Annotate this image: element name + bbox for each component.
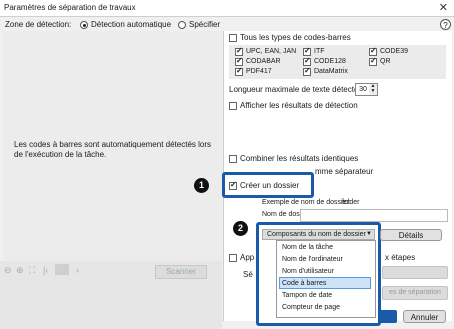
menu-item-computer-name[interactable]: Nom de l'ordinateur (282, 256, 343, 263)
radio-auto-detection[interactable] (80, 21, 88, 29)
radio-specify-label: Spécifier (189, 20, 221, 29)
menu-item-user-name[interactable]: Nom d'utilisateur (282, 268, 334, 275)
menu-item-page-counter[interactable]: Compteur de page (282, 304, 340, 311)
barcode-qr-label: QR (380, 58, 391, 65)
barcode-pdf417-label: PDF417 (246, 68, 272, 75)
radio-specify[interactable] (178, 21, 186, 29)
apply-label-partial: App (240, 253, 255, 262)
radio-auto-detection-label: Détection automatique (91, 20, 172, 29)
close-icon[interactable]: ✕ (439, 1, 448, 14)
apply-checkbox[interactable] (229, 254, 237, 262)
zoom-in-icon[interactable]: ⊕ (16, 265, 24, 276)
barcode-pdf417-checkbox[interactable] (235, 66, 243, 76)
barcode-codabar-label: CODABAR (246, 58, 281, 65)
barcode-itf-label: ITF (314, 48, 325, 55)
window-title: Paramètres de séparation de travaux (4, 3, 136, 12)
next-page-icon[interactable]: › (76, 265, 79, 275)
fit-icon[interactable]: ⛶ (29, 265, 35, 276)
menu-item-date-stamp[interactable]: Tampon de date (282, 292, 332, 299)
folder-components-dropdown[interactable]: Composants du nom de dossier ▼ (262, 229, 375, 240)
create-folder-label: Créer un dossier (240, 181, 300, 190)
combine-results-label: Combiner les résultats identiques (240, 154, 359, 163)
menu-item-barcode[interactable]: Code à barres (282, 280, 326, 287)
barcode-upc-checkbox[interactable] (235, 46, 243, 56)
create-folder-checkbox[interactable] (229, 180, 237, 190)
step-badge-1: 1 (194, 178, 209, 193)
help-icon[interactable]: ? (440, 19, 451, 30)
max-length-spinner[interactable]: ▲ ▼ (369, 83, 378, 96)
chevron-down-icon: ▼ (366, 231, 372, 237)
steps-label-partial: x étapes (385, 253, 416, 262)
all-barcodes-checkbox[interactable] (229, 34, 237, 42)
zoom-out-icon[interactable]: ⊖ (4, 265, 12, 276)
detection-zone-label: Zone de détection: (5, 20, 72, 29)
barcode-datamatrix-label: DataMatrix (314, 68, 348, 75)
folder-components-label: Composants du nom de dossier (267, 231, 366, 238)
scan-button[interactable]: Scanner (155, 265, 207, 279)
barcode-code39-label: CODE39 (380, 48, 409, 55)
auto-detect-message: Les codes à barres sont automatiquement … (14, 140, 211, 159)
show-results-label: Afficher les résultats de détection (240, 101, 358, 110)
barcode-code39-checkbox[interactable] (369, 46, 377, 56)
barcode-codabar-checkbox[interactable] (235, 56, 243, 66)
first-page-icon[interactable]: |‹ (43, 265, 48, 275)
separation-dropdown[interactable] (382, 266, 448, 279)
use-as-separator-label: mme séparateur (315, 167, 374, 176)
details-button[interactable]: Détails (380, 229, 442, 241)
max-length-label: Longueur maximale de texte détecté: (229, 85, 361, 94)
barcode-code128-label: CODE128 (314, 58, 346, 65)
step-badge-2: 2 (233, 221, 248, 236)
barcode-datamatrix-checkbox[interactable] (303, 66, 311, 76)
folder-name-example-label: Exemple de nom de dossier: (262, 199, 351, 206)
title-bar: Paramètres de séparation de travaux ✕ (0, 0, 454, 17)
folder-components-menu: Nom de la tâche Nom de l'ordinateur Nom … (276, 240, 376, 318)
folder-name-example-value: folder (342, 199, 360, 206)
page-indicator[interactable] (55, 264, 69, 275)
show-results-checkbox[interactable] (229, 102, 237, 110)
ok-button[interactable] (378, 310, 397, 323)
menu-item-task-name[interactable]: Nom de la tâche (282, 244, 333, 251)
barcode-qr-checkbox[interactable] (369, 56, 377, 66)
separation-label-partial: Sé (243, 270, 253, 279)
all-barcodes-label: Tous les types de codes-barres (240, 33, 351, 42)
separation-settings-button[interactable]: es de séparation (382, 286, 448, 300)
barcode-code128-checkbox[interactable] (303, 56, 311, 66)
folder-name-input[interactable] (300, 209, 448, 222)
combine-results-checkbox[interactable] (229, 155, 237, 163)
cancel-button[interactable]: Annuler (403, 310, 446, 323)
barcode-upc-label: UPC, EAN, JAN (246, 48, 297, 55)
barcode-itf-checkbox[interactable] (303, 46, 311, 56)
